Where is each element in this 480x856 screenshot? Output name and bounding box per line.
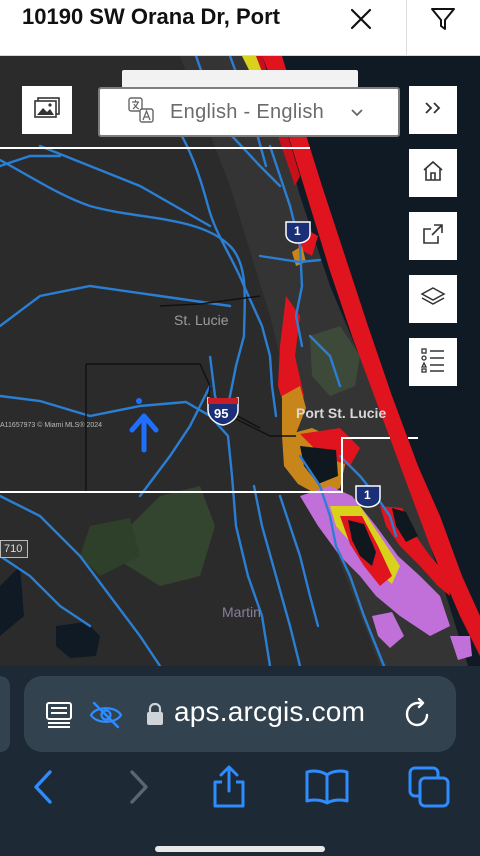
home-button[interactable] <box>409 149 457 197</box>
home-indicator[interactable] <box>155 846 325 852</box>
browser-toolbar: aps.arcgis.com <box>0 666 480 856</box>
home-icon <box>421 159 445 188</box>
close-icon[interactable] <box>346 4 376 34</box>
chevron-down-icon <box>350 105 364 123</box>
bookmarks-button[interactable] <box>302 766 352 812</box>
url-text[interactable]: aps.arcgis.com <box>174 696 365 728</box>
route-710-tag: 710 <box>0 540 28 558</box>
image-gallery-icon <box>34 96 60 124</box>
legend-list-icon <box>420 346 446 379</box>
label-martin-county: Martin <box>222 604 261 620</box>
mls-watermark: A11657973 © Miami MLS® 2024 <box>0 422 103 429</box>
address-bar[interactable]: aps.arcgis.com <box>24 676 456 752</box>
forward-button[interactable] <box>114 766 164 812</box>
share-icon <box>421 222 445 251</box>
us-route-1-label-south: 1 <box>364 488 371 502</box>
privacy-eye-slash-icon[interactable] <box>88 700 124 735</box>
layers-button[interactable] <box>409 275 457 323</box>
filter-icon[interactable] <box>428 4 458 34</box>
previous-tab-peek[interactable] <box>0 676 10 752</box>
lock-icon <box>146 702 164 731</box>
map-canvas <box>0 56 480 666</box>
listing-header: 10190 SW Orana Dr, Port <box>0 0 480 56</box>
layers-icon <box>420 285 446 314</box>
language-select-value: English - English <box>170 100 325 123</box>
share-map-button[interactable] <box>409 212 457 260</box>
back-chevron-icon <box>31 769 55 810</box>
translate-icon <box>128 96 154 128</box>
tabs-button[interactable] <box>404 766 454 812</box>
location-arrow-icon <box>126 396 164 456</box>
back-button[interactable] <box>18 766 68 812</box>
reader-icon[interactable] <box>44 700 74 735</box>
tabs-icon <box>407 765 451 814</box>
listing-title: 10190 SW Orana Dr, Port <box>22 4 280 29</box>
us-route-1-shield-north: 1 <box>284 220 312 244</box>
basemap-gallery-button[interactable] <box>22 86 72 134</box>
interstate-95-label: 95 <box>214 406 229 421</box>
us-route-1-shield-south: 1 <box>354 484 382 508</box>
us-route-1-label-north: 1 <box>294 224 301 238</box>
map-title-tab <box>122 70 358 88</box>
interstate-95-shield: 95 <box>206 396 240 426</box>
bookmarks-icon <box>304 768 350 811</box>
label-st-lucie-county: St. Lucie <box>174 312 229 328</box>
share-button[interactable] <box>204 765 254 814</box>
flood-map[interactable]: 1 1 95 St. Lucie Port St. Lucie Martin A… <box>0 56 480 666</box>
share-icon <box>210 765 248 814</box>
legend-button[interactable] <box>409 338 457 386</box>
double-chevron-right-icon <box>423 101 443 120</box>
label-port-st-lucie: Port St. Lucie <box>296 405 387 421</box>
language-select[interactable]: English - English <box>98 87 400 137</box>
reload-icon[interactable] <box>402 697 434 735</box>
header-divider <box>406 0 407 56</box>
expand-panel-button[interactable] <box>409 86 457 134</box>
forward-chevron-icon <box>127 769 151 810</box>
